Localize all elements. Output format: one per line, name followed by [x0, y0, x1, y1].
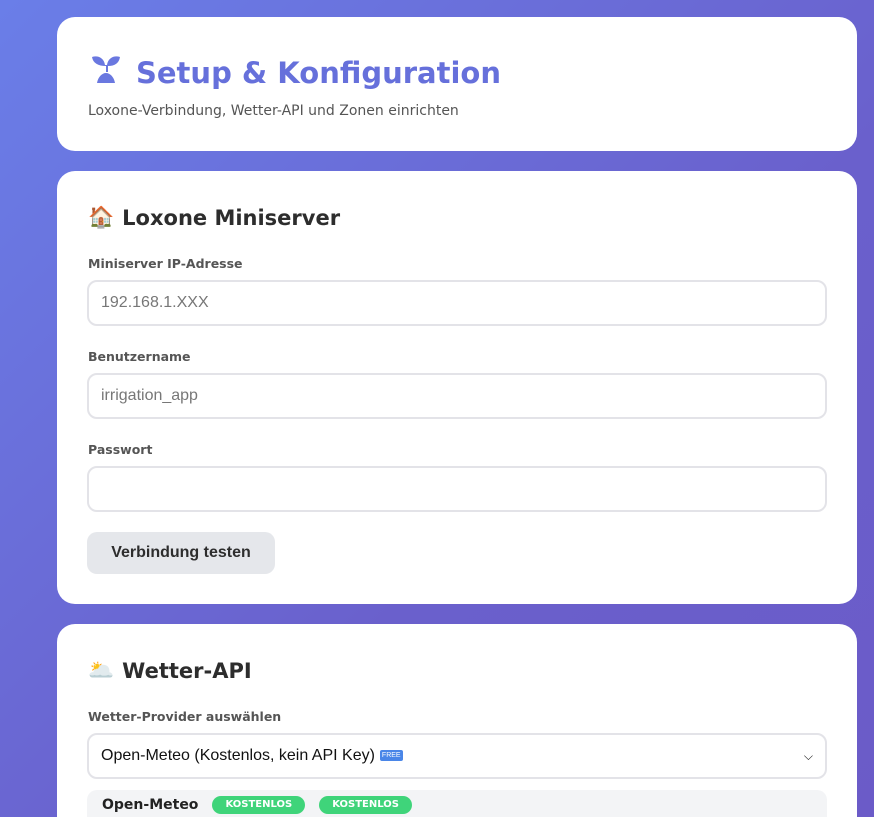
password-label: Passwort [88, 442, 153, 457]
house-icon: 🏠 [88, 205, 115, 229]
header-card: Setup & Konfiguration Loxone-Verbindung,… [57, 17, 857, 151]
ip-input[interactable]: 192.168.1.XXX [87, 280, 827, 326]
loxone-section-title: 🏠 Loxone Miniserver [88, 205, 341, 230]
provider-label: Wetter-Provider auswählen [88, 709, 282, 724]
username-input[interactable]: irrigation_app [87, 373, 827, 419]
sun-behind-cloud-icon: 🌥️ [88, 658, 115, 682]
weather-section-title: 🌥️ Wetter-API [88, 658, 252, 683]
seedling-icon [90, 53, 122, 92]
ip-label: Miniserver IP-Adresse [88, 256, 243, 271]
test-connection-button[interactable]: Verbindung testen [87, 532, 275, 574]
page-subtitle: Loxone-Verbindung, Wetter-API und Zonen … [88, 103, 459, 119]
weather-card: 🌥️ Wetter-API Wetter-Provider auswählen O… [57, 624, 857, 817]
provider-select[interactable]: Open-Meteo (Kostenlos, kein API Key) FREE… [87, 733, 827, 779]
provider-info-name: Open-Meteo [102, 797, 199, 813]
username-label: Benutzername [88, 349, 191, 364]
free-icon: FREE [379, 750, 403, 762]
status-badge: KOSTENLOS [319, 796, 412, 814]
loxone-card: 🏠 Loxone Miniserver Miniserver IP-Adresse… [57, 171, 857, 604]
chevron-down-icon: ⌵ [803, 748, 813, 763]
password-input[interactable] [87, 466, 827, 512]
status-badge: KOSTENLOS [212, 796, 306, 814]
provider-info: Open-Meteo KOSTENLOS KOSTENLOS [87, 790, 827, 817]
page-title: Setup & Konfiguration [90, 53, 501, 92]
